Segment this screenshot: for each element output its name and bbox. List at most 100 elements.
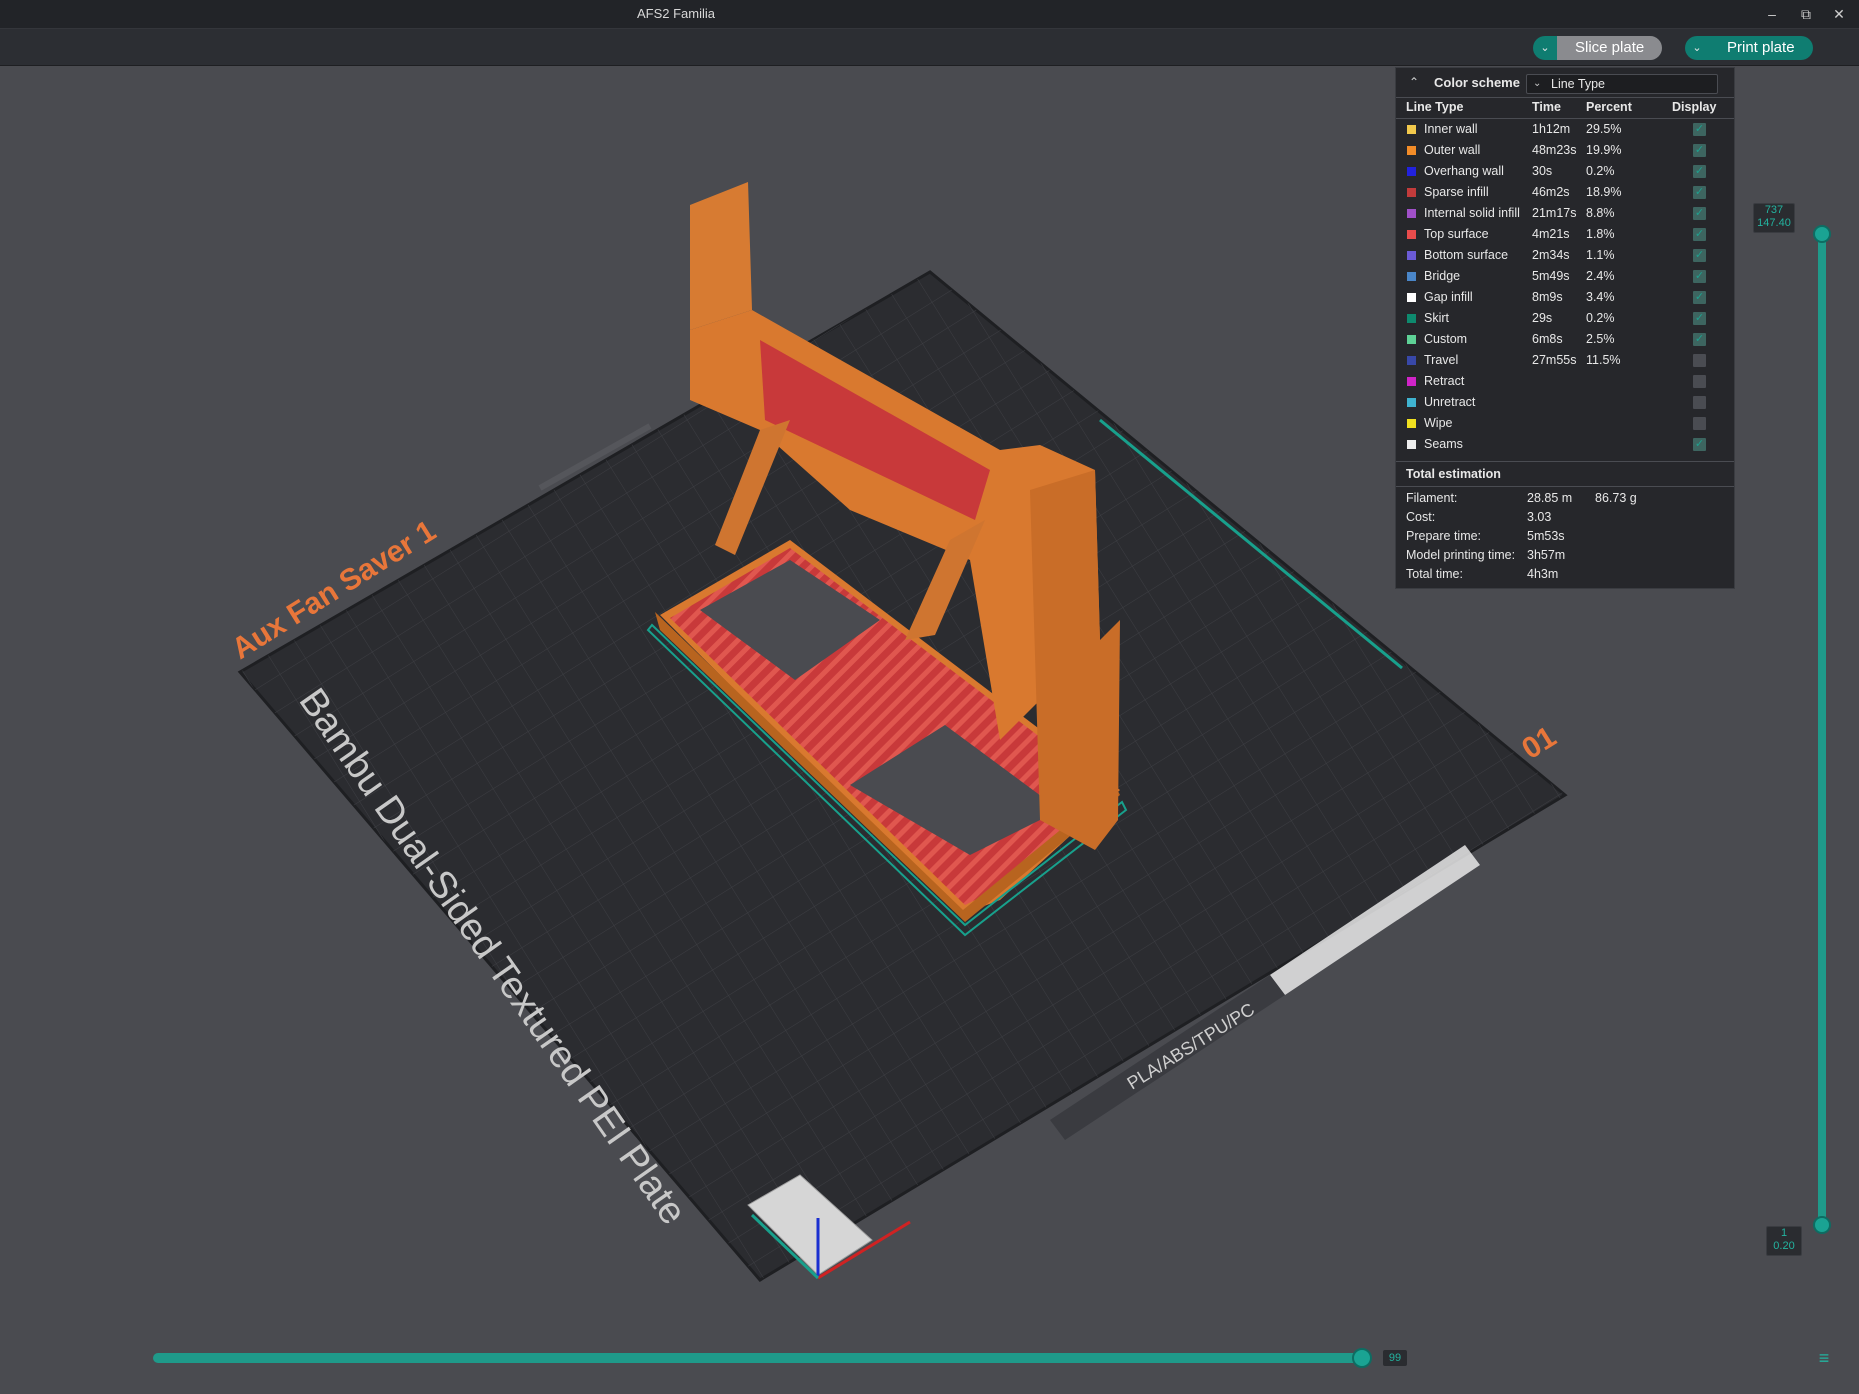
- layer-slider-track[interactable]: [1818, 234, 1826, 1228]
- display-checkbox[interactable]: ✓: [1693, 207, 1706, 220]
- legend-divider: [1396, 97, 1734, 98]
- column-header-percent: Percent: [1586, 100, 1632, 114]
- line-type-time: 30s: [1532, 164, 1553, 178]
- line-type-time: 21m17s: [1532, 206, 1577, 220]
- legend-row: Wipe: [1396, 414, 1734, 435]
- display-checkbox[interactable]: [1693, 396, 1706, 409]
- legend-row: Top surface 4m21s 1.8% ✓: [1396, 225, 1734, 246]
- restore-icon[interactable]: ⧉: [1789, 0, 1823, 28]
- display-checkbox[interactable]: ✓: [1693, 186, 1706, 199]
- line-type-name: Outer wall: [1424, 143, 1481, 157]
- line-type-name: Overhang wall: [1424, 164, 1504, 178]
- line-type-percent: 18.9%: [1586, 185, 1622, 199]
- layer-bottom-number: 1: [1780, 1227, 1788, 1239]
- estimation-row: Model printing time: 3h57m: [1406, 548, 1726, 567]
- estimation-row: Filament: 28.85 m 86.73 g: [1406, 491, 1726, 510]
- legend-divider: [1396, 118, 1734, 119]
- display-checkbox[interactable]: ✓: [1693, 438, 1706, 451]
- line-type-time: 27m55s: [1532, 353, 1577, 367]
- move-slider-thumb[interactable]: [1352, 1348, 1372, 1368]
- display-checkbox[interactable]: ✓: [1693, 123, 1706, 136]
- line-type-percent: 1.8%: [1586, 227, 1615, 241]
- display-checkbox[interactable]: ✓: [1693, 249, 1706, 262]
- estimation-key: Filament:: [1406, 491, 1458, 505]
- display-checkbox[interactable]: ✓: [1693, 270, 1706, 283]
- display-checkbox[interactable]: ✓: [1693, 228, 1706, 241]
- estimation-key: Total time:: [1406, 567, 1463, 581]
- column-header-time: Time: [1532, 100, 1561, 114]
- column-header-display: Display: [1672, 100, 1717, 114]
- estimation-value: 4h3m: [1527, 567, 1559, 581]
- legend-row: Unretract: [1396, 393, 1734, 414]
- line-type-name: Seams: [1424, 437, 1463, 451]
- column-header-type: Line Type: [1406, 100, 1464, 114]
- display-checkbox[interactable]: [1693, 375, 1706, 388]
- color-scheme-value: Line Type: [1551, 77, 1605, 91]
- window-title: AFS2 Familia: [636, 6, 716, 21]
- line-type-percent: 3.4%: [1586, 290, 1615, 304]
- title-bar: AFS2 Familia – ⧉ ✕: [0, 0, 1859, 29]
- color-swatch: [1407, 188, 1416, 197]
- toolbar: ⌄ Slice plate ⌄ Print plate: [0, 29, 1859, 66]
- color-swatch: [1407, 146, 1416, 155]
- line-type-percent: 8.8%: [1586, 206, 1615, 220]
- legend-divider: [1396, 461, 1734, 462]
- color-swatch: [1407, 335, 1416, 344]
- estimation-key: Prepare time:: [1406, 529, 1482, 543]
- legend-header: ⌃ Color scheme ⌄ Line Type: [1396, 68, 1734, 98]
- move-slider-track[interactable]: [153, 1353, 1368, 1363]
- legend-row: Retract: [1396, 372, 1734, 393]
- display-checkbox[interactable]: ✓: [1693, 144, 1706, 157]
- color-swatch: [1407, 356, 1416, 365]
- legend-row: Gap infill 8m9s 3.4% ✓: [1396, 288, 1734, 309]
- line-type-name: Unretract: [1424, 395, 1476, 409]
- display-checkbox[interactable]: [1693, 354, 1706, 367]
- legend-row: Outer wall 48m23s 19.9% ✓: [1396, 141, 1734, 162]
- color-scheme-select[interactable]: ⌄ Line Type: [1526, 74, 1718, 94]
- estimation-value: 3.03: [1527, 510, 1552, 524]
- color-swatch: [1407, 167, 1416, 176]
- chevron-down-icon: ⌄: [1533, 78, 1542, 89]
- estimation-key: Cost:: [1406, 510, 1436, 524]
- collapse-icon[interactable]: ⌃: [1406, 74, 1422, 90]
- line-type-time: 1h12m: [1532, 122, 1571, 136]
- line-type-percent: 19.9%: [1586, 143, 1622, 157]
- line-type-name: Custom: [1424, 332, 1468, 346]
- line-type-percent: 1.1%: [1586, 248, 1615, 262]
- chevron-down-icon[interactable]: ⌄: [1685, 36, 1709, 60]
- line-type-percent: 0.2%: [1586, 311, 1615, 325]
- print-plate-button[interactable]: Print plate: [1709, 36, 1813, 60]
- layer-top-label: 737 147.40: [1753, 203, 1795, 233]
- line-type-percent: 0.2%: [1586, 164, 1615, 178]
- chevron-down-icon[interactable]: ⌄: [1533, 36, 1557, 60]
- line-type-time: 8m9s: [1532, 290, 1563, 304]
- close-icon[interactable]: ✕: [1822, 0, 1856, 28]
- legend-row: Bottom surface 2m34s 1.1% ✓: [1396, 246, 1734, 267]
- legend-panel: ⌃ Color scheme ⌄ Line Type Line Type Tim…: [1395, 67, 1735, 589]
- layer-slider-top-thumb[interactable]: [1813, 225, 1831, 243]
- line-type-name: Bridge: [1424, 269, 1461, 283]
- estimation-row: Cost: 3.03: [1406, 510, 1726, 529]
- legend-row: Inner wall 1h12m 29.5% ✓: [1396, 120, 1734, 141]
- layers-icon[interactable]: ≡: [1814, 1348, 1834, 1368]
- estimation-value: 28.85 m: [1527, 491, 1573, 505]
- estimation-value: 3h57m: [1527, 548, 1566, 562]
- display-checkbox[interactable]: [1693, 417, 1706, 430]
- legend-row: Internal solid infill 21m17s 8.8% ✓: [1396, 204, 1734, 225]
- legend-divider: [1396, 486, 1734, 487]
- estimation-value: 5m53s: [1527, 529, 1565, 543]
- display-checkbox[interactable]: ✓: [1693, 165, 1706, 178]
- display-checkbox[interactable]: ✓: [1693, 312, 1706, 325]
- slice-plate-button[interactable]: Slice plate: [1557, 36, 1663, 60]
- layer-top-number: 737: [1764, 204, 1784, 216]
- display-checkbox[interactable]: ✓: [1693, 333, 1706, 346]
- color-swatch: [1407, 230, 1416, 239]
- color-swatch: [1407, 377, 1416, 386]
- minimize-icon[interactable]: –: [1755, 0, 1789, 28]
- line-type-percent: 2.4%: [1586, 269, 1615, 283]
- line-type-name: Retract: [1424, 374, 1465, 388]
- line-type-name: Travel: [1424, 353, 1459, 367]
- display-checkbox[interactable]: ✓: [1693, 291, 1706, 304]
- layer-slider-bottom-thumb[interactable]: [1813, 1216, 1831, 1234]
- estimation-key: Model printing time:: [1406, 548, 1516, 562]
